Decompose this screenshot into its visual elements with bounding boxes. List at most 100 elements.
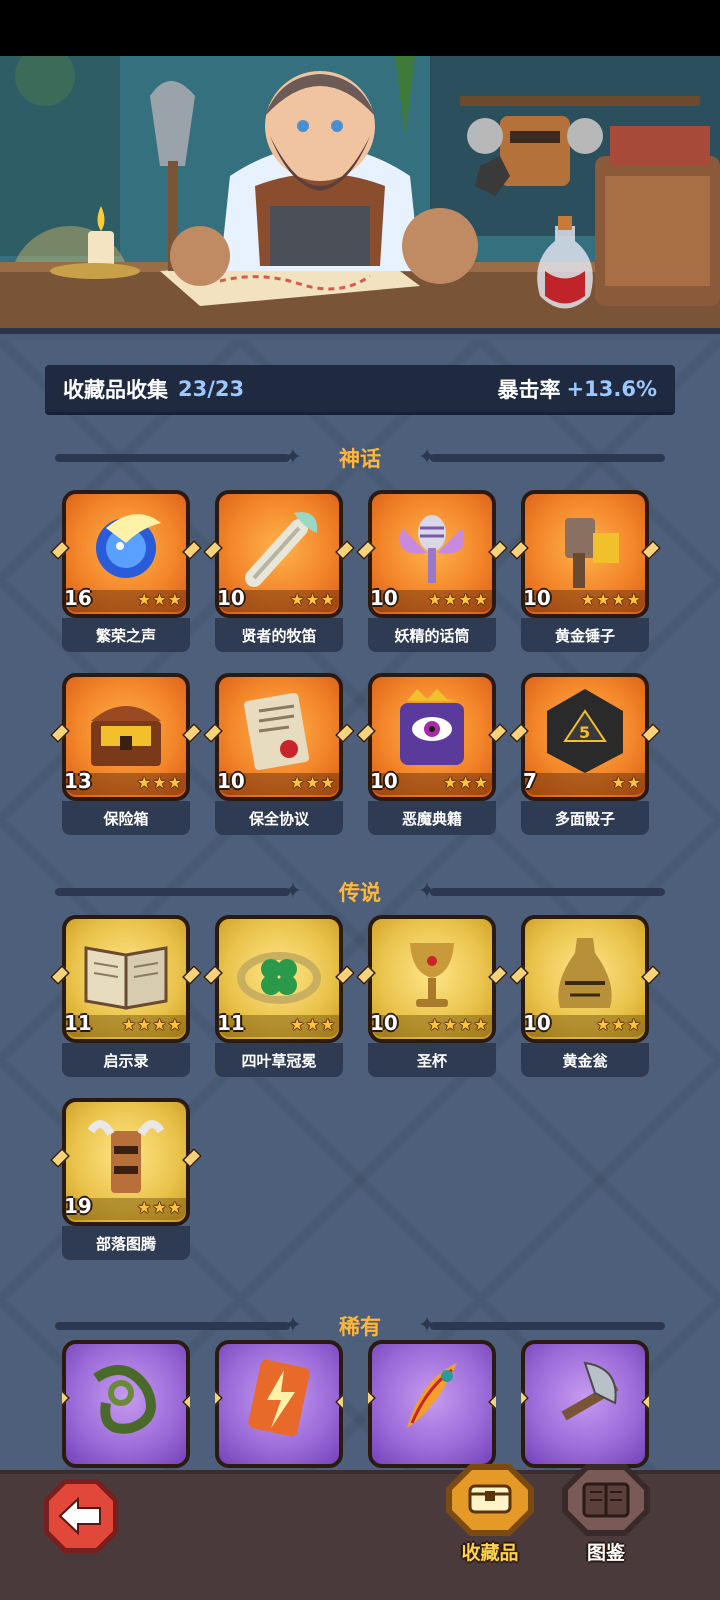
collectible-card[interactable]: 11 ★ ★ ★ 四叶草冠冕 [203, 915, 355, 1077]
star-icon: ★ [167, 773, 182, 792]
crit-rate-label: 暴击率 [497, 377, 561, 402]
star-icon: ★ [458, 590, 473, 609]
item-name: 贤者的牧笛 [241, 626, 317, 645]
collectible-card[interactable]: 10 ★ ★ ★ 保全协议 [203, 673, 355, 835]
tab-codex-label: 图鉴 [586, 1542, 625, 1564]
star-icon: ★ [442, 773, 458, 792]
divider-line [55, 888, 290, 896]
star-rating: ★ ★ ★ ★ [122, 1016, 182, 1034]
item-level: 16 [64, 586, 92, 610]
star-icon: ★ [473, 590, 488, 609]
section-title: 传说 [339, 881, 381, 905]
treasure-chest-icon [91, 706, 161, 766]
collectible-card[interactable]: 10 ★ ★ ★ 贤者的牧笛 [203, 490, 355, 652]
star-icon: ★ [289, 590, 305, 609]
divider-line [430, 1322, 665, 1330]
crit-rate-value: +13.6% [566, 376, 657, 401]
star-icon: ★ [626, 773, 641, 792]
star-rating: ★ ★ ★ [596, 1016, 641, 1034]
star-icon: ★ [289, 1015, 305, 1034]
collectible-card[interactable]: 10 ★ ★ ★ ★ 黄金锤子 [509, 490, 661, 652]
name-plate: 繁荣之声 [62, 618, 190, 652]
sparkle-icon: ✦ [283, 879, 303, 904]
collection-summary-bar: 收藏品收集 23/23 暴击率 +13.6% [45, 365, 675, 415]
star-rating: ★ ★ ★ [290, 1016, 335, 1034]
collectible-card[interactable]: 10 ★ ★ ★ 恶魔典籍 [356, 673, 508, 835]
collectible-card[interactable] [215, 1340, 343, 1470]
sparkle-icon: ✦ [283, 1313, 303, 1338]
item-level: 19 [64, 1194, 92, 1218]
name-plate: 启示录 [62, 1043, 190, 1077]
star-icon: ★ [305, 773, 320, 792]
item-name: 圣杯 [416, 1051, 447, 1070]
star-rating: ★ ★ [611, 774, 641, 792]
lightning-card-icon [248, 1359, 310, 1437]
name-plate: 四叶草冠冕 [215, 1043, 343, 1077]
name-plate: 黄金瓮 [521, 1043, 649, 1077]
divider-line [430, 454, 665, 462]
open-book-icon [84, 946, 168, 1010]
item-level: 11 [217, 1011, 245, 1035]
name-plate: 部落图腾 [62, 1226, 190, 1260]
grail-icon [410, 943, 454, 1007]
divider-line [55, 1322, 290, 1330]
flute-icon [245, 512, 318, 587]
item-name: 启示录 [103, 1051, 149, 1070]
star-icon: ★ [305, 1015, 320, 1034]
item-name: 保全协议 [248, 809, 309, 828]
item-name: 繁荣之声 [95, 626, 156, 645]
tab-collection-label: 收藏品 [461, 1542, 519, 1564]
tab-codex[interactable]: 图鉴 [556, 1458, 656, 1568]
item-name: 保险箱 [103, 809, 149, 828]
merchant-scene-illustration [0, 56, 720, 328]
star-rating: ★ ★ ★ ★ [428, 1016, 488, 1034]
star-rating: ★ ★ ★ [137, 774, 182, 792]
collectible-card[interactable] [62, 1340, 190, 1470]
star-icon: ★ [289, 773, 305, 792]
star-icon: ★ [320, 590, 335, 609]
item-level: 10 [523, 586, 551, 610]
item-level: 10 [370, 769, 398, 793]
book-tab-icon [562, 1464, 650, 1536]
collectible-card[interactable] [521, 1340, 649, 1470]
star-icon: ★ [473, 773, 488, 792]
collectible-card[interactable]: 5 7 ★ ★ 多面骰子 [509, 673, 661, 835]
item-name: 四叶草冠冕 [241, 1051, 317, 1070]
spirit-orb-icon [96, 514, 161, 578]
divider-line [430, 888, 665, 896]
item-level: 7 [523, 769, 537, 793]
status-bar [0, 0, 720, 56]
collectible-card[interactable]: 19 ★ ★ ★ 部落图腾 [50, 1098, 202, 1260]
section-title: 稀有 [339, 1315, 381, 1339]
clover-crown-icon [237, 952, 321, 1004]
collectible-card[interactable]: 16 ★ ★ ★ 繁荣之声 [50, 490, 202, 652]
item-name: 部落图腾 [95, 1234, 156, 1253]
star-icon: ★ [167, 590, 182, 609]
name-plate: 黄金锤子 [521, 618, 649, 652]
star-icon: ★ [167, 1015, 182, 1034]
name-plate: 妖精的话筒 [368, 618, 496, 652]
star-icon: ★ [473, 1015, 488, 1034]
star-icon: ★ [152, 1015, 167, 1034]
star-rating: ★ ★ ★ [290, 591, 335, 609]
star-icon: ★ [458, 773, 473, 792]
item-level: 11 [64, 1011, 92, 1035]
collection-count: 23/23 [178, 376, 245, 401]
collectible-card[interactable]: 11 ★ ★ ★ ★ 启示录 [50, 915, 202, 1077]
collectible-card[interactable]: 10 ★ ★ ★ 黄金瓮 [509, 915, 661, 1077]
collectible-card[interactable]: 10 ★ ★ ★ ★ 圣杯 [356, 915, 508, 1077]
star-icon: ★ [320, 1015, 335, 1034]
collectible-card[interactable]: 10 ★ ★ ★ ★ 妖精的话筒 [356, 490, 508, 652]
collectible-card[interactable] [368, 1340, 496, 1470]
back-button[interactable] [40, 1475, 122, 1557]
fairy-microphone-icon [399, 515, 465, 583]
dice-icon: 5 [547, 689, 623, 773]
svg-text:5: 5 [579, 723, 590, 742]
section-title: 神话 [339, 447, 381, 471]
item-name: 多面骰子 [554, 809, 615, 828]
star-icon: ★ [611, 590, 626, 609]
collectible-card[interactable]: 13 ★ ★ ★ 保险箱 [50, 673, 202, 835]
axe-icon [561, 1361, 619, 1421]
tab-collection[interactable]: 收藏品 [440, 1458, 540, 1568]
divider-line [55, 454, 290, 462]
